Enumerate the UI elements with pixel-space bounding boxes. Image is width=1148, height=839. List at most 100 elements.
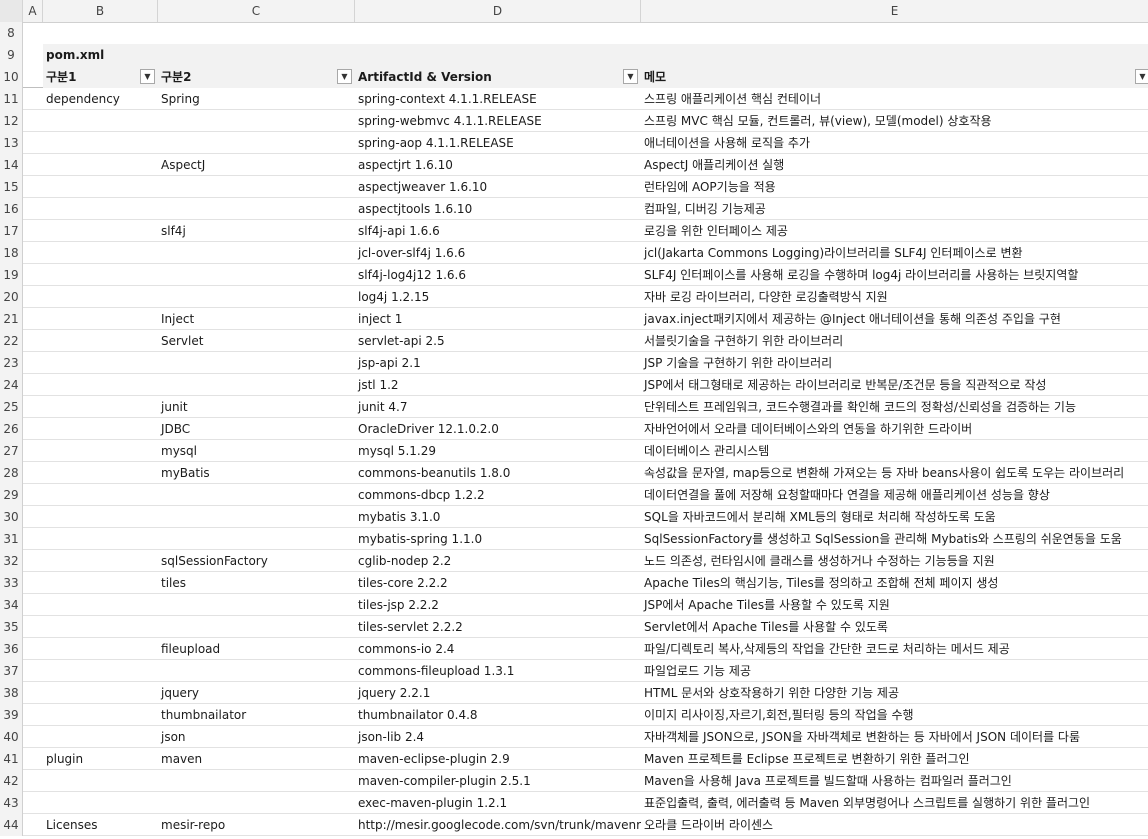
category1-cell[interactable]: [43, 352, 158, 374]
category2-cell[interactable]: Servlet: [158, 330, 355, 352]
header-cell-artifact[interactable]: ArtifactId & Version: [355, 66, 641, 88]
category2-cell[interactable]: [158, 660, 355, 682]
category2-cell[interactable]: [158, 594, 355, 616]
artifact-cell[interactable]: jcl-over-slf4j 1.6.6: [355, 242, 641, 264]
category1-cell[interactable]: [43, 682, 158, 704]
artifact-cell[interactable]: commons-beanutils 1.8.0: [355, 462, 641, 484]
artifact-cell[interactable]: spring-context 4.1.1.RELEASE: [355, 88, 641, 110]
category2-cell[interactable]: [158, 242, 355, 264]
row-number[interactable]: 15: [0, 176, 23, 198]
row-number[interactable]: 20: [0, 286, 23, 308]
row-number[interactable]: 22: [0, 330, 23, 352]
artifact-cell[interactable]: commons-io 2.4: [355, 638, 641, 660]
row-number[interactable]: 33: [0, 572, 23, 594]
row-number[interactable]: 12: [0, 110, 23, 132]
row-number[interactable]: 27: [0, 440, 23, 462]
category2-cell[interactable]: [158, 110, 355, 132]
category1-cell[interactable]: [43, 638, 158, 660]
memo-cell[interactable]: javax.inject패키지에서 제공하는 @Inject 애너테이션을 통해…: [641, 308, 1148, 330]
category2-cell[interactable]: maven: [158, 748, 355, 770]
artifact-cell[interactable]: mybatis 3.1.0: [355, 506, 641, 528]
artifact-cell[interactable]: mysql 5.1.29: [355, 440, 641, 462]
row-number[interactable]: 29: [0, 484, 23, 506]
column-header-e[interactable]: E: [641, 0, 1148, 22]
artifact-cell[interactable]: spring-webmvc 4.1.1.RELEASE: [355, 110, 641, 132]
category2-cell[interactable]: [158, 286, 355, 308]
artifact-cell[interactable]: json-lib 2.4: [355, 726, 641, 748]
row-number[interactable]: 13: [0, 132, 23, 154]
header-cell-memo[interactable]: 메모: [641, 66, 1148, 88]
category1-cell[interactable]: [43, 660, 158, 682]
dropdown-arrow-icon[interactable]: ▼: [1135, 69, 1148, 84]
row-number[interactable]: 16: [0, 198, 23, 220]
memo-cell[interactable]: Maven 프로젝트를 Eclipse 프로젝트로 변환하기 위한 플러그인: [641, 748, 1148, 770]
memo-cell[interactable]: 노드 의존성, 런타임시에 클래스를 생성하거나 수정하는 기능등을 지원: [641, 550, 1148, 572]
category2-cell[interactable]: AspectJ: [158, 154, 355, 176]
memo-cell[interactable]: 애너테이션을 사용해 로직을 추가: [641, 132, 1148, 154]
dropdown-arrow-icon[interactable]: ▼: [623, 69, 638, 84]
category1-cell[interactable]: [43, 286, 158, 308]
artifact-cell[interactable]: log4j 1.2.15: [355, 286, 641, 308]
category1-cell[interactable]: [43, 418, 158, 440]
category1-cell[interactable]: [43, 792, 158, 814]
category1-cell[interactable]: [43, 264, 158, 286]
category1-cell[interactable]: [43, 616, 158, 638]
category1-cell[interactable]: [43, 726, 158, 748]
category1-cell[interactable]: [43, 198, 158, 220]
memo-cell[interactable]: 오라클 드라이버 라이센스: [641, 814, 1148, 836]
memo-cell[interactable]: 데이터연결을 풀에 저장해 요청할때마다 연결을 제공해 애플리케이션 성능을 …: [641, 484, 1148, 506]
row-number[interactable]: 41: [0, 748, 23, 770]
category2-cell[interactable]: [158, 506, 355, 528]
category2-cell[interactable]: myBatis: [158, 462, 355, 484]
category2-cell[interactable]: [158, 374, 355, 396]
category2-cell[interactable]: JDBC: [158, 418, 355, 440]
row-number[interactable]: 32: [0, 550, 23, 572]
row-number[interactable]: 21: [0, 308, 23, 330]
artifact-cell[interactable]: OracleDriver 12.1.0.2.0: [355, 418, 641, 440]
row-number[interactable]: 42: [0, 770, 23, 792]
category2-cell[interactable]: [158, 792, 355, 814]
category2-cell[interactable]: json: [158, 726, 355, 748]
artifact-cell[interactable]: jstl 1.2: [355, 374, 641, 396]
memo-cell[interactable]: JSP 기술을 구현하기 위한 라이브러리: [641, 352, 1148, 374]
artifact-cell[interactable]: servlet-api 2.5: [355, 330, 641, 352]
category2-cell[interactable]: fileupload: [158, 638, 355, 660]
category2-cell[interactable]: [158, 484, 355, 506]
category1-cell[interactable]: plugin: [43, 748, 158, 770]
row-number[interactable]: 35: [0, 616, 23, 638]
memo-cell[interactable]: jcl(Jakarta Commons Logging)라이브러리를 SLF4J…: [641, 242, 1148, 264]
memo-cell[interactable]: Apache Tiles의 핵심기능, Tiles를 정의하고 조합해 전체 페…: [641, 572, 1148, 594]
memo-cell[interactable]: 컴파일, 디버깅 기능제공: [641, 198, 1148, 220]
memo-cell[interactable]: 스프링 애플리케이션 핵심 컨테이너: [641, 88, 1148, 110]
row-number[interactable]: 34: [0, 594, 23, 616]
memo-cell[interactable]: 파일/디렉토리 복사,삭제등의 작업을 간단한 코드로 처리하는 메서드 제공: [641, 638, 1148, 660]
category1-cell[interactable]: [43, 154, 158, 176]
category2-cell[interactable]: mysql: [158, 440, 355, 462]
row-number[interactable]: 26: [0, 418, 23, 440]
row-number[interactable]: 11: [0, 88, 23, 110]
category1-cell[interactable]: [43, 176, 158, 198]
category1-cell[interactable]: [43, 396, 158, 418]
artifact-cell[interactable]: tiles-jsp 2.2.2: [355, 594, 641, 616]
row-number[interactable]: 18: [0, 242, 23, 264]
artifact-cell[interactable]: mybatis-spring 1.1.0: [355, 528, 641, 550]
row-number[interactable]: 8: [0, 22, 23, 44]
dropdown-arrow-icon[interactable]: ▼: [140, 69, 155, 84]
sheet-title[interactable]: pom.xml: [43, 44, 1148, 66]
artifact-cell[interactable]: spring-aop 4.1.1.RELEASE: [355, 132, 641, 154]
artifact-cell[interactable]: commons-dbcp 1.2.2: [355, 484, 641, 506]
artifact-cell[interactable]: http://mesir.googlecode.com/svn/trunk/ma…: [355, 814, 641, 836]
artifact-cell[interactable]: exec-maven-plugin 1.2.1: [355, 792, 641, 814]
memo-cell[interactable]: 표준입출력, 출력, 에러출력 등 Maven 외부명령어나 스크립트를 실행하…: [641, 792, 1148, 814]
column-header-a[interactable]: A: [23, 0, 43, 22]
category2-cell[interactable]: Spring: [158, 88, 355, 110]
memo-cell[interactable]: 단위테스트 프레임워크, 코드수행결과를 확인해 코드의 정확성/신뢰성을 검증…: [641, 396, 1148, 418]
category1-cell[interactable]: dependency: [43, 88, 158, 110]
category1-cell[interactable]: [43, 594, 158, 616]
memo-cell[interactable]: SqlSessionFactory를 생성하고 SqlSession을 관리해 …: [641, 528, 1148, 550]
category2-cell[interactable]: slf4j: [158, 220, 355, 242]
artifact-cell[interactable]: jquery 2.2.1: [355, 682, 641, 704]
row-number[interactable]: 43: [0, 792, 23, 814]
artifact-cell[interactable]: tiles-core 2.2.2: [355, 572, 641, 594]
memo-cell[interactable]: AspectJ 애플리케이션 실행: [641, 154, 1148, 176]
